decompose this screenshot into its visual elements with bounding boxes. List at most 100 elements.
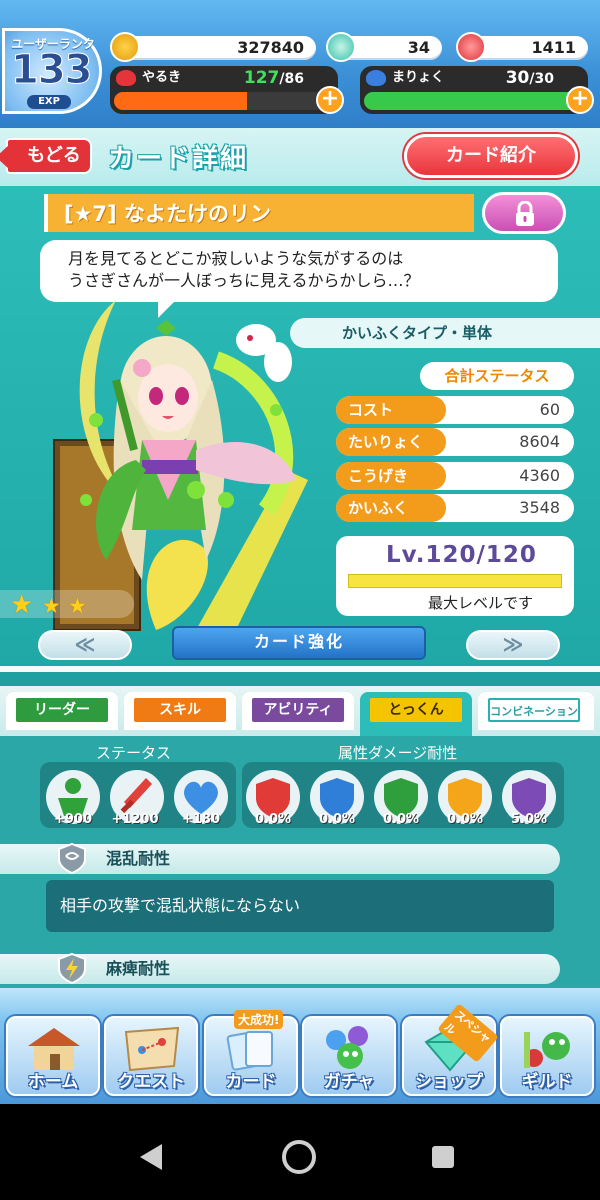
stamina-max: /86 [279, 71, 304, 87]
stamina-fill [114, 92, 247, 110]
stat-value: 8604 [519, 432, 560, 451]
tab-skill[interactable]: スキル [124, 692, 236, 730]
stat-row-attack: こうげき 4360 [336, 462, 574, 490]
quote-line-2: うさぎさんが一人ぼっちに見えるからかしら…？ [68, 271, 420, 290]
system-recents-icon[interactable] [432, 1146, 454, 1168]
page-title: カード詳細 [108, 144, 249, 174]
light-resist-value: 0.0% [446, 812, 484, 827]
nav-guild-button[interactable]: ギルド [500, 1016, 594, 1096]
attack-bonus-value: +1200 [111, 812, 159, 827]
stat-label: かいふく [336, 494, 446, 522]
stat-label: コスト [336, 396, 446, 424]
system-back-icon[interactable] [140, 1144, 162, 1170]
card-name: [★7] なよたけのリン [64, 202, 271, 226]
stat-label: たいりょく [336, 428, 446, 456]
nav-card-button[interactable]: カード 大成功! [204, 1010, 298, 1096]
exp-label: EXP [27, 95, 71, 109]
coin-counter: 327840 [124, 36, 316, 60]
stat-value: 3548 [519, 498, 560, 517]
nav-label: ホーム [27, 1072, 79, 1092]
magic-current: 30 [505, 68, 530, 88]
star-icon: ★ [42, 594, 61, 618]
quote-line-1: 月を見てるとどこか寂しいような気がするのは [68, 249, 404, 268]
card-name-bar: [★7] なよたけのリン [44, 194, 474, 232]
tab-combination[interactable]: コンビネーション [478, 692, 594, 730]
stat-row-recovery: かいふく 3548 [336, 494, 574, 522]
nav-quest-button[interactable]: クエスト [104, 1016, 198, 1096]
tab-ability[interactable]: アビリティ [242, 692, 354, 730]
magic-bar [364, 92, 578, 110]
great-success-badge: 大成功! [234, 1010, 284, 1029]
star-rating: ★ ★ ★ [0, 590, 134, 620]
stat-value: 60 [539, 400, 560, 419]
app-screen: ユーザーランク 133 EXP 327840 34 1411 やるき 127/8… [0, 0, 600, 1200]
stamina-gauge: やるき 127/86 + [110, 66, 344, 114]
level-fill [349, 575, 561, 587]
user-rank-badge[interactable]: ユーザーランク 133 EXP [2, 28, 102, 114]
stamina-value: 127/86 [244, 66, 304, 91]
lock-button[interactable] [482, 192, 566, 234]
magic-value: 30/30 [506, 66, 554, 91]
user-rank-value: 133 [11, 47, 94, 94]
tab-label: リーダー [16, 698, 108, 722]
system-home-icon[interactable] [282, 1140, 316, 1174]
tab-label: コンビネーション [488, 698, 580, 722]
status-section-title: ステータス [96, 744, 172, 762]
magic-max: /30 [529, 71, 554, 87]
wood-resist-value: 0.0% [382, 812, 420, 827]
nav-label: ガチャ [323, 1072, 375, 1092]
star-icon: ★ [10, 590, 34, 620]
card-intro-button[interactable]: カード紹介 [404, 134, 578, 178]
nav-label: ショップ [415, 1072, 483, 1092]
card-upgrade-button[interactable]: カード強化 [172, 626, 426, 660]
tab-label: とっくん [370, 698, 462, 722]
hp-bonus-value: +900 [53, 812, 93, 827]
magic-plus-button[interactable]: + [566, 86, 594, 114]
character-illustration [53, 300, 308, 631]
dark-resist-value: 5.0% [510, 812, 548, 827]
ticket-icon [456, 32, 486, 62]
house-icon [28, 1028, 80, 1070]
lock-icon [516, 201, 534, 226]
stat-value: 4360 [519, 466, 560, 485]
level-box: Lv.120/120 最大レベルです [336, 536, 574, 616]
nav-shop-button[interactable]: ショップ スペシャル [402, 1003, 499, 1096]
stamina-plus-button[interactable]: + [316, 86, 344, 114]
resist-section-title: 属性ダメージ耐性 [338, 744, 458, 762]
tab-label: スキル [134, 698, 226, 722]
nav-label: ギルド [521, 1072, 573, 1092]
guild-icon [524, 1032, 570, 1068]
back-button[interactable]: もどる [0, 138, 92, 174]
nav-gacha-button[interactable]: ガチャ [302, 1016, 396, 1096]
map-icon [124, 1026, 180, 1072]
nav-label: カード [225, 1072, 277, 1092]
paralysis-shield-icon [58, 952, 86, 984]
max-level-label: 最大レベルです [428, 594, 534, 612]
level-text: Lv.120/120 [386, 542, 537, 568]
stat-row-hp: たいりょく 8604 [336, 428, 574, 456]
tab-leader[interactable]: リーダー [6, 692, 118, 730]
water-resist-value: 0.0% [318, 812, 356, 827]
tab-tokkun[interactable]: とっくん [360, 692, 472, 736]
gem-icon [326, 32, 356, 62]
ticket-counter: 1411 [468, 36, 588, 60]
skill1-description: 相手の攻撃で混乱状態にならない [46, 880, 554, 932]
puyo-gacha-icon [326, 1026, 368, 1069]
card-icon [226, 1031, 273, 1071]
coin-icon [110, 32, 140, 62]
prev-card-button[interactable]: ≪ [38, 630, 132, 660]
stat-row-cost: コスト 60 [336, 396, 574, 424]
next-card-button[interactable]: ≫ [466, 630, 560, 660]
card-type: かいふくタイプ・単体 [290, 318, 600, 348]
magic-fill [364, 92, 578, 110]
magic-gauge: まりょく 30/30 + [360, 66, 594, 114]
nav-home-button[interactable]: ホーム [6, 1016, 100, 1096]
stat-label: こうげき [336, 462, 446, 490]
fire-resist-value: 0.0% [254, 812, 292, 827]
total-status-label: 合計ステータス [420, 362, 574, 390]
recovery-bonus-value: +180 [181, 812, 221, 827]
stamina-current: 127 [243, 68, 280, 88]
level-bar [348, 574, 562, 588]
quote-bubble: 月を見てるとどこか寂しいような気がするのは うさぎさんが一人ぼっちに見えるからか… [40, 240, 558, 318]
star-icon: ★ [68, 594, 87, 618]
